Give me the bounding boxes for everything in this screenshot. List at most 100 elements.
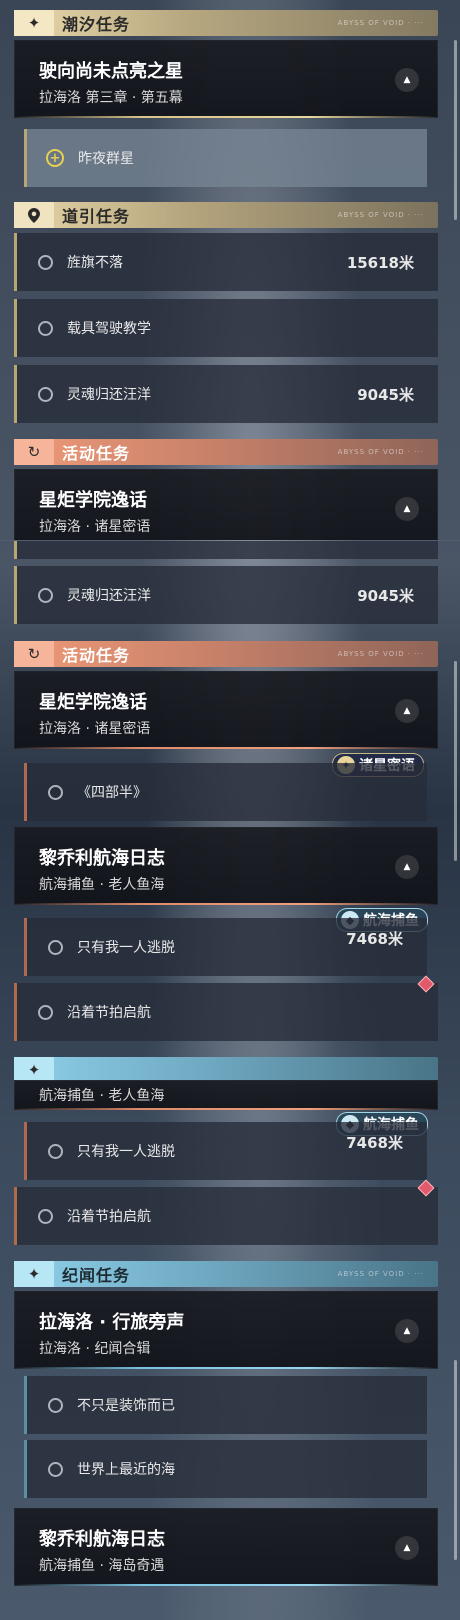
step-indicator-bar [14, 233, 17, 291]
step-indicator-bar [24, 918, 27, 976]
quest-step-selected[interactable]: + 昨夜群星 [24, 129, 427, 187]
sparkle-icon: ✦ [14, 10, 54, 36]
step-label: 载具驾驶教学 [67, 321, 151, 337]
quest-step[interactable]: 灵魂归还汪洋 9045米 [14, 365, 438, 423]
collapse-button[interactable]: ▲ [395, 68, 419, 92]
step-label: 灵魂归还汪洋 [67, 387, 151, 403]
quest-step[interactable]: 不只是装饰而已 [24, 1376, 427, 1434]
quest-card-logbook-partial[interactable]: 航海捕鱼 · 老人鱼海 [14, 1080, 438, 1110]
scrollbar[interactable] [454, 1360, 457, 1560]
quest-step[interactable]: 世界上最近的海 [24, 1440, 427, 1498]
step-indicator-bar [14, 566, 17, 624]
section-header-lore-partial[interactable]: ✦ [14, 1057, 438, 1081]
section-title: 活动任务 [62, 444, 131, 463]
step-indicator-bar [24, 1440, 27, 1498]
section-header-lore[interactable]: ✦ 纪闻任务 ABYSS OF VOID · ··· [14, 1261, 438, 1287]
radio-icon [48, 784, 63, 800]
step-label: 旌旗不落 [67, 255, 123, 271]
collapse-button[interactable]: ▲ [395, 699, 419, 723]
collapse-button[interactable]: ▲ [395, 1536, 419, 1560]
chevron-up-icon: ▲ [403, 706, 411, 716]
quest-card-main[interactable]: 驶向尚未点亮之星 拉海洛 第三章 · 第五幕 ▲ [14, 40, 438, 118]
quest-card-academy[interactable]: 星炬学院逸话 拉海洛 · 诸星密语 ▲ [14, 671, 438, 749]
step-indicator-bar [24, 763, 27, 821]
section-header-guide[interactable]: 道引任务 ABYSS OF VOID · ··· [14, 202, 438, 228]
quest-subtitle: 拉海洛 · 纪闻合辑 [39, 1341, 151, 1357]
chevron-up-icon: ▲ [403, 75, 411, 85]
quest-card-lore[interactable]: 拉海洛 · 行旅旁声 拉海洛 · 纪闻合辑 ▲ [14, 1291, 438, 1369]
radio-icon [48, 1397, 63, 1413]
header-decoration: ABYSS OF VOID · ··· [337, 211, 424, 219]
collapse-button[interactable]: ▲ [395, 855, 419, 879]
quest-title: 拉海洛 · 行旅旁声 [39, 1312, 185, 1333]
step-label: 灵魂归还汪洋 [67, 588, 151, 604]
step-indicator-bar [24, 1122, 27, 1180]
section-header-tide[interactable]: ✦ 潮汐任务 ABYSS OF VOID · ··· [14, 10, 438, 36]
quest-panel-3: 航海捕鱼 · 老人鱼海 ◆ 航海捕鱼 只有我一人逃脱 7468米 沿着节拍启航 … [0, 1080, 460, 1620]
quest-title: 星炬学院逸话 [39, 490, 147, 511]
radio-icon [48, 1461, 63, 1477]
section-title: 道引任务 [62, 207, 131, 226]
quest-card-academy[interactable]: 星炬学院逸话 拉海洛 · 诸星密语 ▲ [14, 469, 438, 540]
section-title: 潮汐任务 [62, 15, 131, 34]
step-indicator-bar [24, 129, 27, 187]
quest-title: 黎乔利航海日志 [39, 848, 165, 869]
quest-step[interactable]: 只有我一人逃脱 7468米 [24, 918, 427, 976]
scrollbar[interactable] [454, 40, 457, 220]
collapse-button[interactable]: ▲ [395, 497, 419, 521]
radio-icon [38, 587, 53, 603]
section-header-event[interactable]: ↻ 活动任务 ABYSS OF VOID · ··· [14, 439, 438, 465]
step-label: 沿着节拍启航 [67, 1209, 151, 1225]
refresh-icon: ↻ [14, 439, 54, 465]
step-label: 只有我一人逃脱 [77, 1144, 175, 1160]
quest-subtitle: 航海捕鱼 · 老人鱼海 [39, 877, 165, 893]
sparkle-icon: ✦ [14, 1057, 54, 1081]
card-underline [15, 116, 437, 118]
quest-panel-1: ✦ 潮汐任务 ABYSS OF VOID · ··· 驶向尚未点亮之星 拉海洛 … [0, 0, 460, 540]
quest-step[interactable]: 载具驾驶教学 [14, 299, 438, 357]
radio-icon [38, 254, 53, 270]
quest-title: 星炬学院逸话 [39, 692, 147, 713]
header-decoration: ABYSS OF VOID · ··· [337, 448, 424, 456]
step-label: 不只是装饰而已 [77, 1398, 175, 1414]
quest-step[interactable]: 灵魂归还汪洋 9045米 [14, 566, 438, 624]
quest-card-logbook[interactable]: 黎乔利航海日志 航海捕鱼 · 老人鱼海 ▲ [14, 827, 438, 905]
radio-icon [38, 1208, 53, 1224]
step-indicator-bar [24, 1376, 27, 1434]
step-distance: 7468米 [346, 930, 403, 948]
step-distance: 7468米 [346, 1134, 403, 1152]
quest-subtitle: 航海捕鱼 · 海岛奇遇 [39, 1558, 165, 1574]
step-distance: 9045米 [357, 385, 414, 404]
step-label: 只有我一人逃脱 [77, 940, 175, 956]
quest-card-logbook2[interactable]: 黎乔利航海日志 航海捕鱼 · 海岛奇遇 ▲ [14, 1508, 438, 1586]
chevron-up-icon: ▲ [403, 1326, 411, 1336]
card-underline [15, 903, 437, 905]
quest-step[interactable]: 只有我一人逃脱 7468米 [24, 1122, 427, 1180]
collapse-button[interactable]: ▲ [395, 1319, 419, 1343]
card-underline [15, 747, 437, 749]
radio-icon [48, 939, 63, 955]
card-underline [15, 1367, 437, 1369]
quest-step[interactable]: 《四部半》 [24, 763, 427, 821]
quest-step-partial[interactable] [14, 541, 438, 559]
quest-subtitle: 航海捕鱼 · 老人鱼海 [39, 1088, 165, 1104]
quest-step[interactable]: 沿着节拍启航 [14, 983, 438, 1041]
section-header-event[interactable]: ↻ 活动任务 ABYSS OF VOID · ··· [14, 641, 438, 667]
quest-panel-2: 灵魂归还汪洋 9045米 ↻ 活动任务 ABYSS OF VOID · ··· … [0, 540, 460, 1081]
step-label: 世界上最近的海 [77, 1462, 175, 1478]
quest-subtitle: 拉海洛 · 诸星密语 [39, 519, 151, 535]
step-indicator-bar [14, 983, 17, 1041]
step-label: 沿着节拍启航 [67, 1005, 151, 1021]
step-distance: 15618米 [346, 253, 414, 272]
radio-icon [38, 1004, 53, 1020]
card-underline [15, 1584, 437, 1586]
step-indicator-bar [14, 1187, 17, 1245]
quest-step[interactable]: 沿着节拍启航 [14, 1187, 438, 1245]
map-pin-icon [14, 202, 54, 228]
quest-subtitle: 拉海洛 · 诸星密语 [39, 721, 151, 737]
step-indicator-bar [14, 365, 17, 423]
card-underline [15, 1108, 437, 1110]
quest-step[interactable]: 旌旗不落 15618米 [14, 233, 438, 291]
scrollbar[interactable] [454, 661, 457, 861]
section-title: 活动任务 [62, 646, 131, 665]
